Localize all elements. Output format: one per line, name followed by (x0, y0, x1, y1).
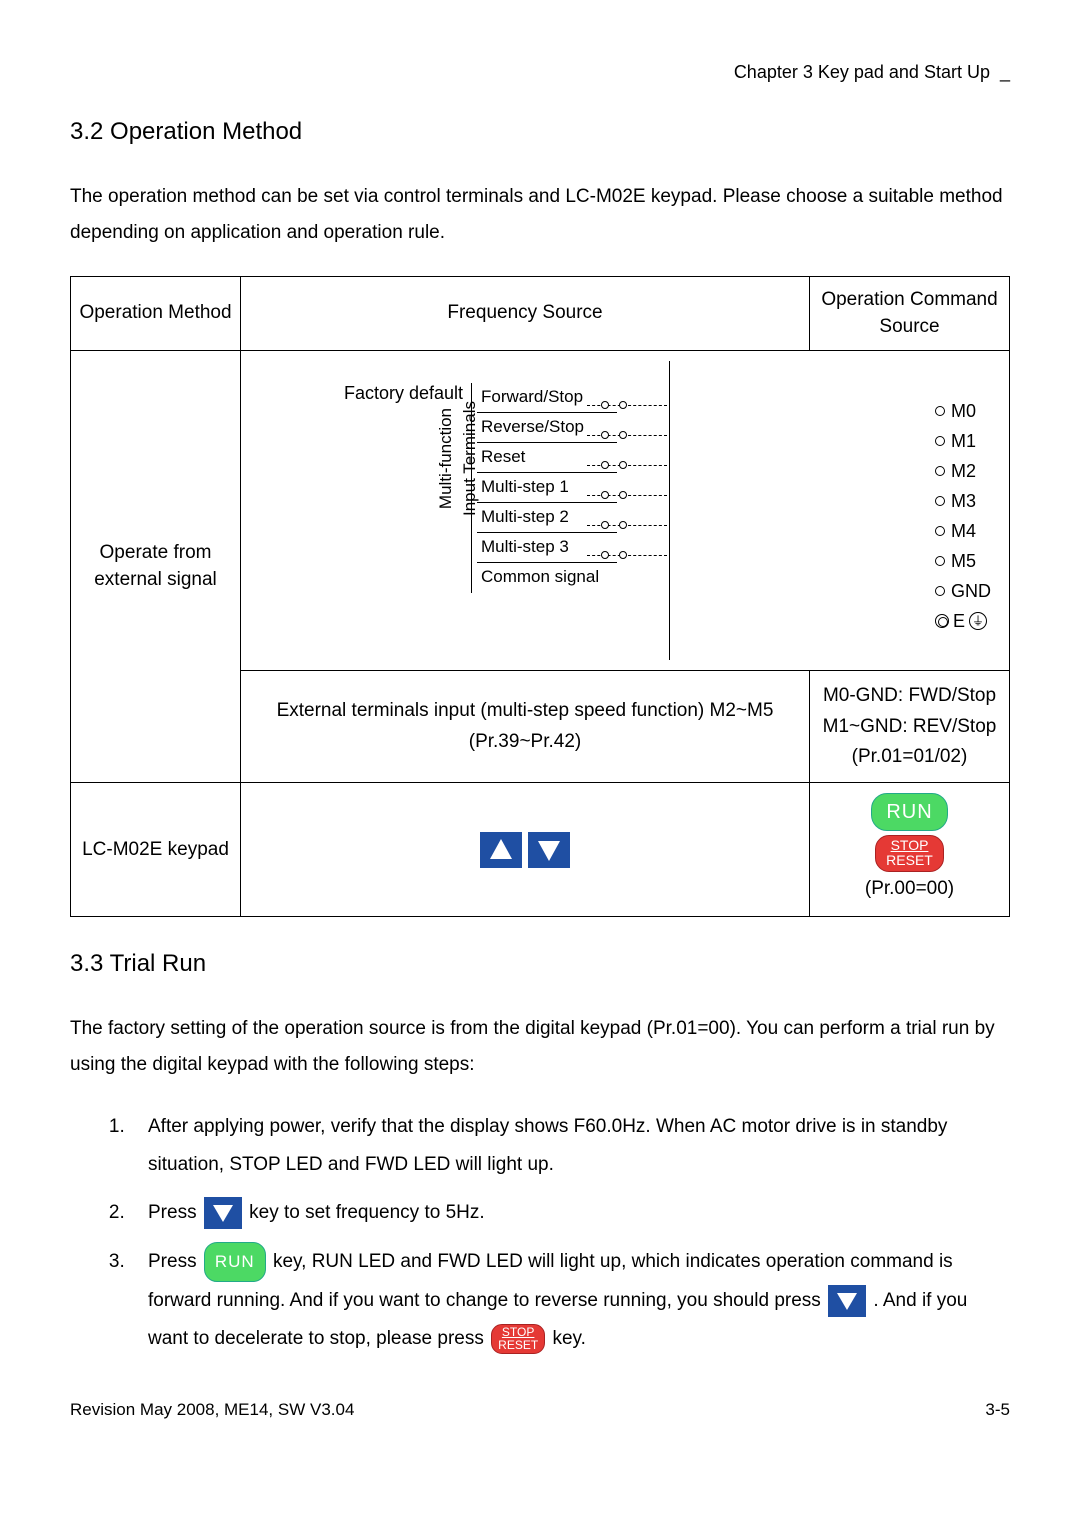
up-arrow-button-icon (480, 832, 522, 868)
trial-steps-list: After applying power, verify that the di… (70, 1108, 1010, 1358)
terminal-icon (935, 436, 945, 446)
terminal-m1: M1 (951, 429, 976, 454)
cell-external-signal: Operate from external signal (71, 351, 241, 783)
th-command-source: Operation Command Source (810, 276, 1010, 350)
terminal-labels: M0 M1 M2 M3 M4 M5 GND E⏚ (935, 396, 991, 636)
th-frequency-source: Frequency Source (241, 276, 810, 350)
pr00-label: (Pr.00=00) (818, 876, 1001, 903)
terminal-m4: M4 (951, 519, 976, 544)
stop-reset-button-icon: STOPRESET (491, 1324, 545, 1354)
step-2: Press key to set frequency to 5Hz. (130, 1194, 1010, 1232)
step3-text-a: Press (148, 1251, 202, 1272)
revision-label: Revision May 2008, ME14, SW V3.04 (70, 1398, 354, 1422)
down-arrow-button-icon (528, 832, 570, 868)
operation-method-intro: The operation method can be set via cont… (70, 179, 1010, 251)
cell-external-terminals-note: External terminals input (multi-step spe… (241, 671, 810, 783)
cell-keypad-label: LC-M02E keypad (71, 783, 241, 917)
signal-multistep2: Multi-step 2 (477, 503, 617, 533)
wiring-diagram-cell: Factory default Multi-functionInput Term… (241, 351, 1010, 671)
terminal-m0: M0 (951, 399, 976, 424)
page-footer: Revision May 2008, ME14, SW V3.04 3-5 (70, 1398, 1010, 1422)
cmd-pr01: (Pr.01=01/02) (852, 746, 968, 767)
section-title-trial-run: 3.3 Trial Run (70, 947, 1010, 981)
signal-multistep1: Multi-step 1 (477, 473, 617, 503)
down-arrow-button-icon (204, 1197, 242, 1229)
cell-cmd-mapping: M0-GND: FWD/Stop M1~GND: REV/Stop (Pr.01… (810, 671, 1010, 783)
step-1: After applying power, verify that the di… (130, 1108, 1010, 1184)
stop-reset-button-icon: STOPRESET (875, 835, 944, 871)
chapter-header: Chapter 3 Key pad and Start Up _ (70, 60, 1010, 85)
signal-forward-stop: Forward/Stop (477, 383, 617, 413)
terminal-icon (935, 586, 945, 596)
terminal-icon (935, 496, 945, 506)
divider-bar (669, 361, 670, 660)
wire-column (617, 383, 677, 563)
terminal-icon (935, 526, 945, 536)
ground-icon: ⏚ (969, 612, 987, 630)
terminal-m5: M5 (951, 549, 976, 574)
signal-reset: Reset (477, 443, 617, 473)
section-title-operation-method: 3.2 Operation Method (70, 115, 1010, 149)
step2-text-a: Press (148, 1202, 202, 1223)
cmd-m0-gnd: M0-GND: FWD/Stop (823, 685, 996, 706)
terminal-icon (935, 556, 945, 566)
terminal-icon (935, 406, 945, 416)
cmd-m1-gnd: M1~GND: REV/Stop (823, 716, 997, 737)
step-3: Press RUN key, RUN LED and FWD LED will … (130, 1242, 1010, 1358)
terminal-m2: M2 (951, 459, 976, 484)
down-arrow-button-icon (828, 1285, 866, 1317)
signal-multistep3: Multi-step 3 (477, 533, 617, 563)
operation-method-table: Operation Method Frequency Source Operat… (70, 276, 1010, 917)
cell-keypad-buttons (241, 783, 810, 917)
cell-keypad-cmd: RUN STOPRESET (Pr.00=00) (810, 783, 1010, 917)
signal-common: Common signal (477, 563, 617, 593)
step2-text-b: key to set frequency to 5Hz. (249, 1202, 485, 1223)
run-button-icon: RUN (871, 793, 947, 831)
terminal-icon (935, 466, 945, 476)
terminal-gnd: GND (951, 579, 991, 604)
earth-terminal-icon (935, 614, 949, 628)
th-operation-method: Operation Method (71, 276, 241, 350)
chapter-text: Chapter 3 Key pad and Start Up (734, 62, 990, 82)
terminal-m3: M3 (951, 489, 976, 514)
terminal-e: E (953, 609, 965, 634)
signal-reverse-stop: Reverse/Stop (477, 413, 617, 443)
step3-text-d: key. (552, 1328, 585, 1349)
page-number: 3-5 (985, 1398, 1010, 1422)
signal-list: Forward/Stop Reverse/Stop Reset Multi-st… (477, 383, 617, 593)
trial-run-intro: The factory setting of the operation sou… (70, 1011, 1010, 1083)
wiring-diagram: Factory default Multi-functionInput Term… (249, 361, 1001, 660)
run-button-icon: RUN (204, 1242, 266, 1282)
